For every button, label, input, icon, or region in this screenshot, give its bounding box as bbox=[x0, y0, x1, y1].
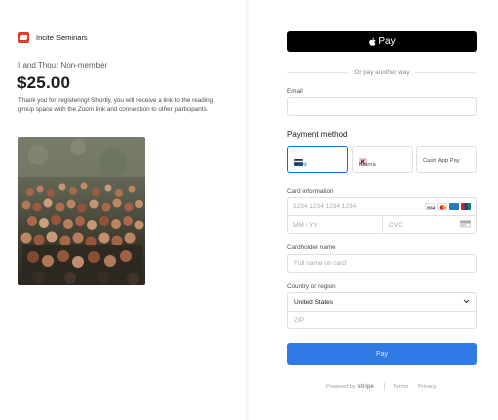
incite-logo-icon bbox=[18, 32, 29, 43]
card-brands: VISA bbox=[425, 203, 471, 210]
product-description: Thank you for registering! Shortly, you … bbox=[18, 97, 214, 113]
footer: Powered by stripe Terms Privacy bbox=[326, 383, 446, 391]
divider-line bbox=[415, 72, 478, 73]
mastercard-icon bbox=[437, 203, 447, 210]
stripe-logo[interactable]: stripe bbox=[358, 384, 374, 390]
or-divider-text: Or pay another way bbox=[354, 69, 410, 76]
payment-method-klarna[interactable]: K Klarna bbox=[352, 146, 413, 173]
payment-method-label: Klarna bbox=[359, 162, 376, 168]
unionpay-icon bbox=[461, 203, 471, 210]
product-image bbox=[18, 137, 145, 285]
payment-method-title: Payment method bbox=[287, 130, 348, 139]
privacy-link[interactable]: Privacy bbox=[418, 384, 436, 390]
product-price: $25.00 bbox=[17, 73, 71, 92]
chevron-down-icon bbox=[463, 299, 470, 306]
cardholder-field[interactable]: Full name on card bbox=[287, 254, 477, 273]
divider-line bbox=[287, 72, 349, 73]
card-info-label: Card information bbox=[287, 188, 334, 195]
email-field[interactable] bbox=[287, 97, 477, 116]
pay-button[interactable]: Pay bbox=[287, 343, 477, 365]
country-label: Country or region bbox=[287, 283, 336, 290]
merchant-name: Incite Seminars bbox=[36, 33, 88, 42]
expiry-field[interactable]: MM / YY bbox=[288, 216, 383, 234]
merchant-brand[interactable]: Incite Seminars bbox=[18, 32, 88, 43]
card-info-group: 1234 1234 1234 1234 VISA MM / YY CVC bbox=[287, 197, 477, 234]
cvc-field[interactable]: CVC bbox=[383, 216, 478, 234]
order-summary-panel: Incite Seminars I and Thou: Non-member $… bbox=[0, 0, 247, 420]
country-select[interactable]: United States bbox=[288, 293, 476, 312]
payment-method-label: Cash App Pay bbox=[423, 158, 460, 164]
visa-icon: VISA bbox=[425, 203, 436, 210]
apple-icon bbox=[368, 37, 376, 47]
apple-pay-button[interactable]: Pay bbox=[287, 31, 477, 52]
email-label: Email bbox=[287, 88, 303, 95]
or-divider: Or pay another way bbox=[287, 69, 478, 76]
powered-by-text: Powered by bbox=[326, 384, 356, 390]
address-group: United States ZIP bbox=[287, 292, 477, 329]
footer-divider bbox=[383, 383, 385, 391]
payment-method-card[interactable]: Card bbox=[287, 146, 348, 173]
zip-field[interactable]: ZIP bbox=[288, 312, 476, 329]
apple-pay-label: Pay bbox=[378, 36, 396, 47]
country-value: United States bbox=[294, 298, 334, 306]
product-name: I and Thou: Non-member bbox=[18, 61, 108, 70]
terms-link[interactable]: Terms bbox=[393, 384, 408, 390]
payment-method-cash-app[interactable]: Cash App Pay bbox=[416, 146, 477, 173]
cardholder-label: Cardholder name bbox=[287, 244, 336, 251]
svg-text:VISA: VISA bbox=[427, 206, 436, 210]
amex-icon bbox=[449, 203, 459, 210]
payment-method-label: Card bbox=[294, 162, 307, 168]
cvc-icon bbox=[460, 220, 472, 230]
cvc-placeholder: CVC bbox=[389, 221, 403, 229]
